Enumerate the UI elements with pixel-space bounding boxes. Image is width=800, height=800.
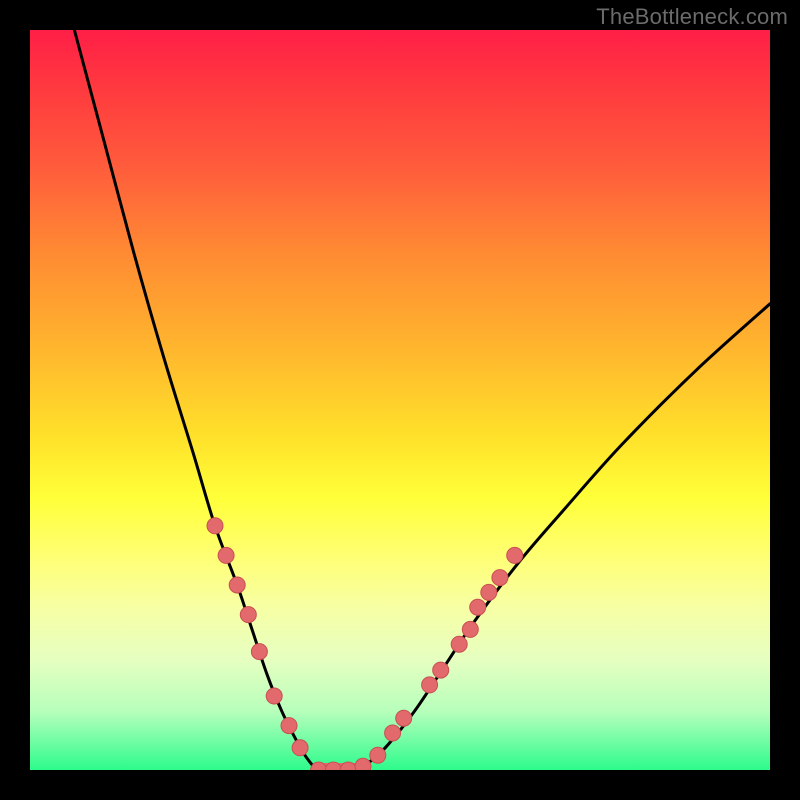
data-marker xyxy=(266,688,282,704)
data-marker xyxy=(451,636,467,652)
plot-area xyxy=(30,30,770,770)
data-marker xyxy=(422,677,438,693)
data-marker xyxy=(396,710,412,726)
data-marker xyxy=(229,577,245,593)
data-marker xyxy=(507,547,523,563)
data-marker xyxy=(462,621,478,637)
data-marker xyxy=(433,662,449,678)
bottleneck-chart xyxy=(30,30,770,770)
data-marker xyxy=(240,607,256,623)
data-marker xyxy=(292,740,308,756)
data-marker xyxy=(481,584,497,600)
data-marker xyxy=(281,718,297,734)
data-marker xyxy=(370,747,386,763)
data-marker xyxy=(251,644,267,660)
data-marker xyxy=(207,518,223,534)
data-marker xyxy=(385,725,401,741)
data-marker xyxy=(355,758,371,770)
data-marker xyxy=(470,599,486,615)
data-marker xyxy=(492,570,508,586)
data-marker xyxy=(218,547,234,563)
curve-line xyxy=(74,30,770,770)
attribution-label: TheBottleneck.com xyxy=(596,4,788,30)
chart-frame: TheBottleneck.com xyxy=(0,0,800,800)
